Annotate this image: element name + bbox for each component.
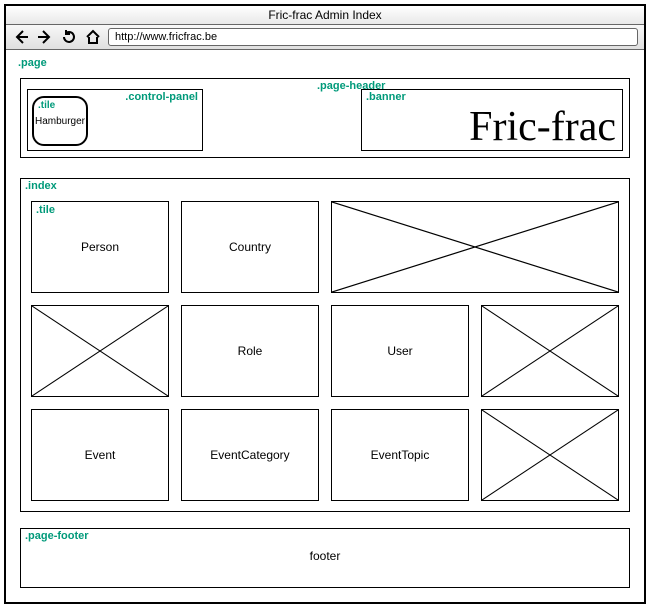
home-icon[interactable] bbox=[84, 28, 102, 46]
hamburger-button[interactable]: .tile Hamburger bbox=[32, 96, 88, 146]
label-tile: .tile bbox=[36, 204, 55, 216]
tile-eventcategory[interactable]: EventCategory bbox=[181, 409, 319, 501]
label-page-footer: .page-footer bbox=[25, 530, 89, 542]
tile-label: Role bbox=[238, 344, 263, 358]
banner-title: Fric-frac bbox=[469, 106, 616, 148]
tile-eventtopic[interactable]: EventTopic bbox=[331, 409, 469, 501]
page-container: .page .page-header .control-panel .tile … bbox=[14, 58, 636, 594]
tile-placeholder-wide bbox=[331, 201, 619, 293]
tile-label: EventTopic bbox=[371, 448, 430, 462]
reload-icon[interactable] bbox=[60, 28, 78, 46]
tile-label: EventCategory bbox=[210, 448, 289, 462]
tile-label: Country bbox=[229, 240, 271, 254]
control-panel: .control-panel .tile Hamburger bbox=[27, 89, 203, 151]
tile-label: Person bbox=[81, 240, 119, 254]
page-header: .page-header .control-panel .tile Hambur… bbox=[20, 78, 630, 158]
tile-person[interactable]: .tile Person bbox=[31, 201, 169, 293]
tile-event[interactable]: Event bbox=[31, 409, 169, 501]
tile-role[interactable]: Role bbox=[181, 305, 319, 397]
label-tile-small: .tile bbox=[38, 100, 55, 111]
browser-toolbar: http://www.fricfrac.be bbox=[6, 25, 644, 50]
address-bar[interactable]: http://www.fricfrac.be bbox=[108, 28, 638, 46]
label-control-panel: .control-panel bbox=[125, 91, 198, 103]
browser-window: Fric-frac Admin Index http://www.fricfra… bbox=[4, 4, 646, 604]
header-spacer bbox=[209, 89, 355, 151]
tile-placeholder bbox=[481, 305, 619, 397]
viewport: .page .page-header .control-panel .tile … bbox=[6, 50, 644, 602]
footer-text: footer bbox=[310, 549, 341, 563]
tile-placeholder bbox=[481, 409, 619, 501]
tile-placeholder bbox=[31, 305, 169, 397]
tile-label: Event bbox=[85, 448, 116, 462]
label-banner: .banner bbox=[366, 91, 406, 103]
tile-user[interactable]: User bbox=[331, 305, 469, 397]
banner: .banner Fric-frac bbox=[361, 89, 623, 151]
page-footer: .page-footer footer bbox=[20, 528, 630, 588]
label-index: .index bbox=[25, 180, 57, 192]
back-icon[interactable] bbox=[12, 28, 30, 46]
hamburger-label: Hamburger bbox=[35, 116, 85, 127]
window-title: Fric-frac Admin Index bbox=[6, 6, 644, 25]
label-page: .page bbox=[18, 57, 47, 69]
forward-icon[interactable] bbox=[36, 28, 54, 46]
tile-country[interactable]: Country bbox=[181, 201, 319, 293]
tile-grid: .tile Person Country Role bbox=[31, 201, 619, 501]
tile-label: User bbox=[387, 344, 412, 358]
index-section: .index .tile Person Country bbox=[20, 178, 630, 512]
